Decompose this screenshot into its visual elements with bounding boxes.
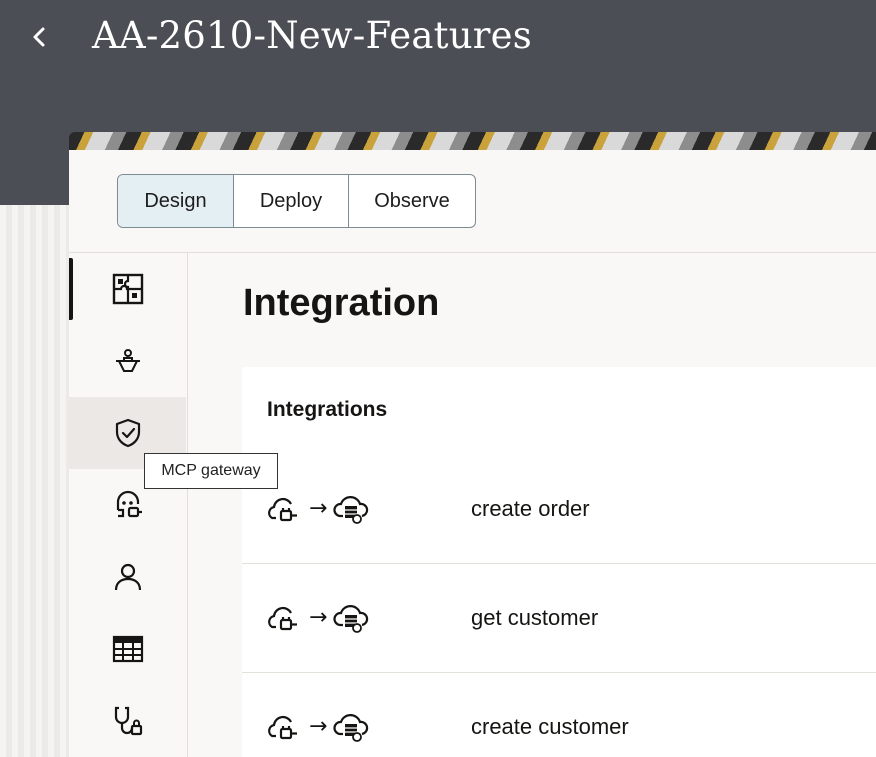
nav-item-lookups[interactable] <box>69 613 186 685</box>
tab-design[interactable]: Design <box>118 175 233 227</box>
background-backdrop <box>0 205 69 757</box>
robot-plug-icon <box>116 490 142 518</box>
section-title: Integrations <box>267 398 388 421</box>
cloud-plug-icon <box>268 715 297 739</box>
flow-arrow: → <box>309 714 328 739</box>
cloud-database-icon <box>333 713 369 742</box>
integration-icons: → <box>267 672 369 757</box>
app-title: AA-2610-New-Features <box>92 14 532 57</box>
side-nav <box>69 253 188 757</box>
cloud-database-icon <box>333 604 369 633</box>
integrations-card: Integrations → create order → get custom… <box>242 367 876 757</box>
integration-row[interactable]: → create order <box>242 454 876 563</box>
cloud-plug-icon <box>268 497 297 521</box>
nav-item-agents[interactable] <box>69 325 186 397</box>
person-icon <box>114 563 141 591</box>
integration-icons: → <box>267 563 369 672</box>
chevron-left-icon <box>33 27 45 47</box>
integration-row[interactable]: → get customer <box>242 563 876 672</box>
nav-item-health[interactable] <box>69 685 186 757</box>
page-title: Integration <box>243 282 440 324</box>
integration-name: create customer <box>471 713 629 739</box>
flow-arrow: → <box>309 605 328 630</box>
nav-item-users[interactable] <box>69 541 186 613</box>
table-icon <box>112 635 143 663</box>
back-button[interactable] <box>24 20 54 54</box>
tab-observe[interactable]: Observe <box>348 175 475 227</box>
header-divider <box>69 252 876 253</box>
integration-name: create order <box>471 495 590 521</box>
integration-icons: → <box>267 454 369 563</box>
stethoscope-icon <box>114 706 142 736</box>
flow-arrow: → <box>309 496 328 521</box>
nav-tooltip: MCP gateway <box>144 453 278 489</box>
integration-row[interactable]: → create customer <box>242 672 876 757</box>
tab-deploy[interactable]: Deploy <box>233 175 348 227</box>
cloud-database-icon <box>333 495 369 524</box>
agent-icon <box>115 349 140 372</box>
shield-check-icon <box>115 418 140 448</box>
nav-item-integrations[interactable] <box>69 253 186 325</box>
integration-name: get customer <box>471 604 599 630</box>
tab-bar: Design Deploy Observe <box>117 174 476 228</box>
cloud-plug-icon <box>268 606 297 630</box>
puzzle-icon <box>112 273 143 305</box>
decorative-banner <box>69 132 876 150</box>
